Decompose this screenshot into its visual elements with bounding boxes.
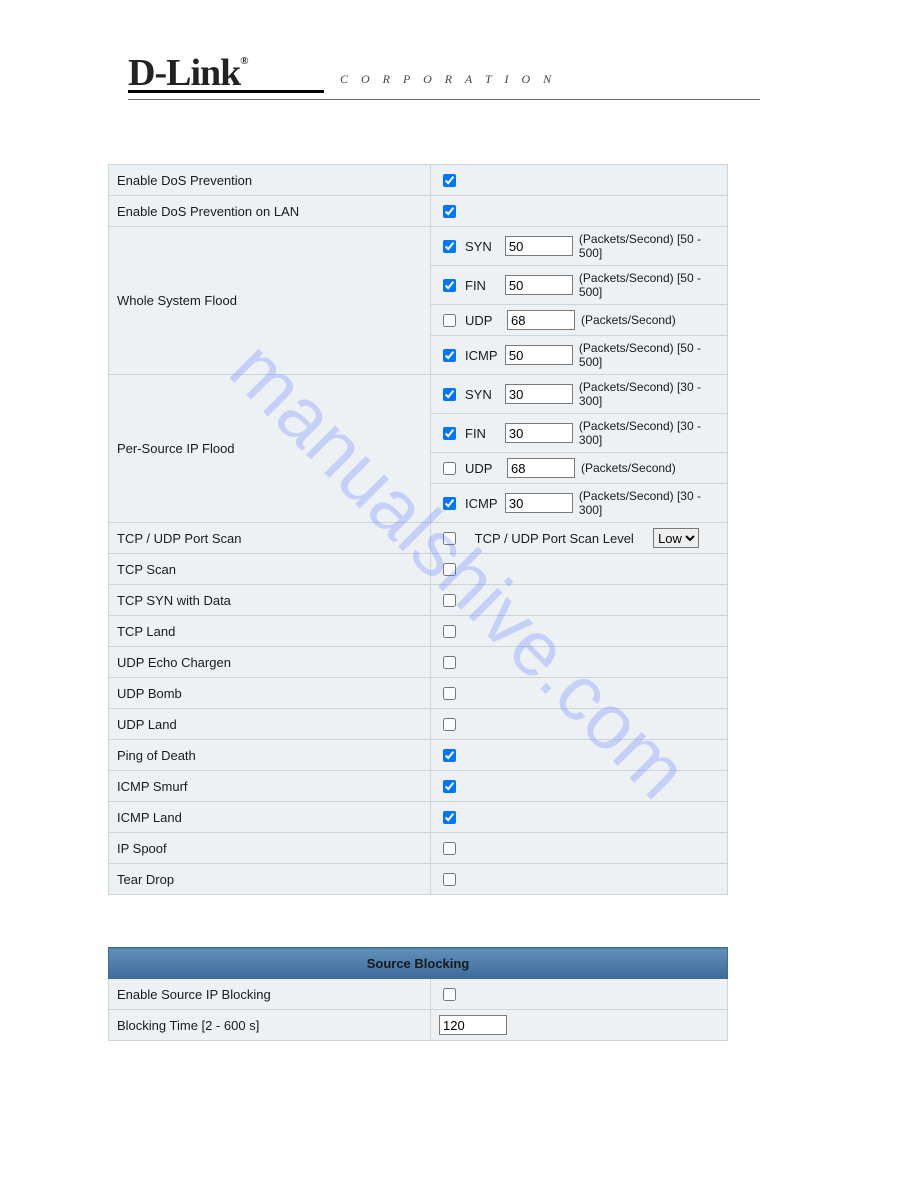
proto-ws-syn: SYN — [465, 239, 499, 254]
checkbox-ip-spoof[interactable] — [443, 842, 456, 855]
unit-ps-fin: (Packets/Second) [30 - 300] — [579, 419, 719, 447]
row-ping-of-death: Ping of Death — [109, 740, 728, 771]
label-enable-src-blocking: Enable Source IP Blocking — [109, 979, 431, 1010]
checkbox-tcp-syn-data[interactable] — [443, 594, 456, 607]
checkbox-enable-dos-lan[interactable] — [443, 205, 456, 218]
input-ps-udp[interactable] — [507, 458, 575, 478]
checkbox-ws-udp[interactable] — [443, 314, 456, 327]
checkbox-ps-fin[interactable] — [443, 427, 456, 440]
label-ping-of-death: Ping of Death — [109, 740, 431, 771]
checkbox-enable-dos[interactable] — [443, 174, 456, 187]
row-icmp-land: ICMP Land — [109, 802, 728, 833]
input-ws-udp[interactable] — [507, 310, 575, 330]
page-header: D-Link® C O R P O R A T I O N — [0, 0, 918, 100]
row-udp-echo: UDP Echo Chargen — [109, 647, 728, 678]
header-rule — [128, 99, 760, 100]
checkbox-icmp-smurf[interactable] — [443, 780, 456, 793]
proto-ps-icmp: ICMP — [465, 496, 499, 511]
registered-mark: ® — [240, 55, 247, 67]
row-udp-bomb: UDP Bomb — [109, 678, 728, 709]
checkbox-tcpudp-port-scan[interactable] — [443, 532, 456, 545]
checkbox-ps-syn[interactable] — [443, 388, 456, 401]
row-tear-drop: Tear Drop — [109, 864, 728, 895]
row-blocking-time: Blocking Time [2 - 600 s] — [109, 1010, 728, 1041]
label-udp-land: UDP Land — [109, 709, 431, 740]
row-icmp-smurf: ICMP Smurf — [109, 771, 728, 802]
proto-ps-syn: SYN — [465, 387, 499, 402]
input-ws-icmp[interactable] — [505, 345, 573, 365]
label-port-scan-level: TCP / UDP Port Scan Level — [475, 531, 634, 546]
brand-subtitle: C O R P O R A T I O N — [340, 72, 556, 93]
input-ps-icmp[interactable] — [505, 493, 573, 513]
checkbox-ps-udp[interactable] — [443, 462, 456, 475]
header-source-blocking: Source Blocking — [109, 948, 728, 979]
row-enable-dos: Enable DoS Prevention — [109, 165, 728, 196]
checkbox-ws-syn[interactable] — [443, 240, 456, 253]
input-blocking-time[interactable] — [439, 1015, 507, 1035]
checkbox-ps-icmp[interactable] — [443, 497, 456, 510]
checkbox-ws-icmp[interactable] — [443, 349, 456, 362]
checkbox-udp-echo[interactable] — [443, 656, 456, 669]
proto-ws-udp: UDP — [465, 313, 501, 328]
checkbox-tcp-land[interactable] — [443, 625, 456, 638]
label-tcp-scan: TCP Scan — [109, 554, 431, 585]
row-tcp-scan: TCP Scan — [109, 554, 728, 585]
label-tcpudp-port-scan: TCP / UDP Port Scan — [109, 523, 431, 554]
source-blocking-table: Source Blocking Enable Source IP Blockin… — [108, 947, 728, 1041]
input-ps-fin[interactable] — [505, 423, 573, 443]
label-icmp-smurf: ICMP Smurf — [109, 771, 431, 802]
unit-ws-syn: (Packets/Second) [50 - 500] — [579, 232, 719, 260]
unit-ws-udp: (Packets/Second) — [581, 313, 676, 327]
checkbox-ws-fin[interactable] — [443, 279, 456, 292]
row-ip-spoof: IP Spoof — [109, 833, 728, 864]
dos-settings-table: Enable DoS Prevention Enable DoS Prevent… — [108, 164, 728, 895]
row-tcp-syn-data: TCP SYN with Data — [109, 585, 728, 616]
proto-ps-fin: FIN — [465, 426, 499, 441]
input-ws-syn[interactable] — [505, 236, 573, 256]
label-tcp-syn-data: TCP SYN with Data — [109, 585, 431, 616]
unit-ws-fin: (Packets/Second) [50 - 500] — [579, 271, 719, 299]
checkbox-icmp-land[interactable] — [443, 811, 456, 824]
label-enable-dos-lan: Enable DoS Prevention on LAN — [109, 196, 431, 227]
label-tear-drop: Tear Drop — [109, 864, 431, 895]
unit-ws-icmp: (Packets/Second) [50 - 500] — [579, 341, 719, 369]
brand-logo: D-Link® — [128, 54, 324, 93]
select-port-scan-level[interactable]: Low — [653, 528, 699, 548]
row-whole-sys-syn: Whole System Flood SYN (Packets/Second) … — [109, 227, 728, 266]
row-per-src-syn: Per-Source IP Flood SYN (Packets/Second)… — [109, 375, 728, 414]
checkbox-udp-bomb[interactable] — [443, 687, 456, 700]
input-ps-syn[interactable] — [505, 384, 573, 404]
label-enable-dos: Enable DoS Prevention — [109, 165, 431, 196]
checkbox-ping-of-death[interactable] — [443, 749, 456, 762]
row-enable-src-blocking: Enable Source IP Blocking — [109, 979, 728, 1010]
brand-text: D-Link — [128, 52, 240, 94]
label-icmp-land: ICMP Land — [109, 802, 431, 833]
unit-ps-syn: (Packets/Second) [30 - 300] — [579, 380, 719, 408]
proto-ws-icmp: ICMP — [465, 348, 499, 363]
checkbox-tear-drop[interactable] — [443, 873, 456, 886]
proto-ws-fin: FIN — [465, 278, 499, 293]
proto-ps-udp: UDP — [465, 461, 501, 476]
label-ip-spoof: IP Spoof — [109, 833, 431, 864]
checkbox-udp-land[interactable] — [443, 718, 456, 731]
unit-ps-icmp: (Packets/Second) [30 - 300] — [579, 489, 719, 517]
row-tcp-land: TCP Land — [109, 616, 728, 647]
label-blocking-time: Blocking Time [2 - 600 s] — [109, 1010, 431, 1041]
input-ws-fin[interactable] — [505, 275, 573, 295]
row-udp-land: UDP Land — [109, 709, 728, 740]
label-per-src-flood: Per-Source IP Flood — [109, 375, 431, 523]
row-tcpudp-port-scan: TCP / UDP Port Scan TCP / UDP Port Scan … — [109, 523, 728, 554]
checkbox-tcp-scan[interactable] — [443, 563, 456, 576]
label-udp-echo: UDP Echo Chargen — [109, 647, 431, 678]
row-enable-dos-lan: Enable DoS Prevention on LAN — [109, 196, 728, 227]
checkbox-enable-src-blocking[interactable] — [443, 988, 456, 1001]
unit-ps-udp: (Packets/Second) — [581, 461, 676, 475]
label-whole-sys-flood: Whole System Flood — [109, 227, 431, 375]
label-udp-bomb: UDP Bomb — [109, 678, 431, 709]
label-tcp-land: TCP Land — [109, 616, 431, 647]
